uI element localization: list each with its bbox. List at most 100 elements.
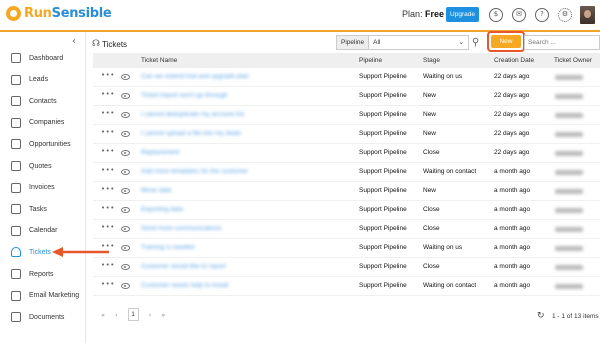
view-eye-icon[interactable] <box>121 93 130 99</box>
row-actions-icon[interactable]: ••• <box>101 242 115 250</box>
sidebar-item-companies[interactable]: Companies <box>0 114 86 132</box>
table-row[interactable]: ••• Training is needed Support Pipeline Wai… <box>93 239 600 258</box>
row-actions-icon[interactable]: ••• <box>101 261 115 269</box>
column-pipeline[interactable]: Pipeline <box>359 57 382 64</box>
ticket-name-link[interactable]: Can we extend trial and upgrade plan <box>141 73 249 80</box>
current-page[interactable]: 1 <box>127 308 139 321</box>
creation-date-cell: a month ago <box>494 263 531 270</box>
sidebar-item-contacts[interactable]: Contacts <box>0 92 86 110</box>
stage-cell: New <box>423 187 437 194</box>
ticket-name-link[interactable]: Ticket import won't go through <box>141 92 228 99</box>
help-icon[interactable]: ? <box>535 8 549 22</box>
table-row[interactable]: ••• Replacement Support Pipeline Close 22 da… <box>93 144 600 163</box>
row-actions-icon[interactable]: ••• <box>101 147 115 155</box>
row-actions-icon[interactable]: ••• <box>101 128 115 136</box>
dollar-icon[interactable]: $ <box>489 8 503 22</box>
last-page-button[interactable]: » <box>161 311 165 319</box>
table-row[interactable]: ••• Customer would like to report Support … <box>93 258 600 277</box>
sidebar-item-calendar[interactable]: Calendar <box>0 222 86 240</box>
ticket-name-link[interactable]: Add more templates for the customer <box>141 168 248 175</box>
column-stage[interactable]: Stage <box>423 57 440 64</box>
view-eye-icon[interactable] <box>121 283 130 289</box>
ticket-name-link[interactable]: I cannot upload a file into my deals <box>141 130 241 137</box>
creation-date-cell: 22 days ago <box>494 149 530 156</box>
table-row[interactable]: ••• I cannot deduplicate my account list S… <box>93 106 600 125</box>
pipeline-cell: Support Pipeline <box>359 130 407 137</box>
table-row[interactable]: ••• Ticket import won't go through Support… <box>93 87 600 106</box>
tasks-icon <box>11 204 21 215</box>
view-eye-icon[interactable] <box>121 131 130 137</box>
search-input[interactable] <box>524 35 600 50</box>
gear-icon[interactable]: ⚙ <box>558 8 572 22</box>
view-eye-icon[interactable] <box>121 207 130 213</box>
next-page-button[interactable]: › <box>149 311 152 319</box>
creation-date-cell: a month ago <box>494 206 531 213</box>
collapse-sidebar-icon[interactable]: ‹ <box>72 36 76 47</box>
row-actions-icon[interactable]: ••• <box>101 90 115 98</box>
table-row[interactable]: ••• Send more communications Support Pipel… <box>93 220 600 239</box>
row-actions-icon[interactable]: ••• <box>101 166 115 174</box>
row-actions-icon[interactable]: ••• <box>101 204 115 212</box>
ticket-icon[interactable]: ✉ <box>512 8 526 22</box>
column-ticket-name[interactable]: Ticket Name <box>141 57 177 64</box>
ticket-name-link[interactable]: Training is needed <box>141 244 194 251</box>
view-eye-icon[interactable] <box>121 188 130 194</box>
new-ticket-button[interactable]: New <box>491 35 521 48</box>
sidebar-item-email-marketing[interactable]: Email Marketing <box>0 287 86 305</box>
table-row[interactable]: ••• Add more templates for the customer Su… <box>93 163 600 182</box>
sidebar-item-quotes[interactable]: Quotes <box>0 157 86 175</box>
row-actions-icon[interactable]: ••• <box>101 71 115 79</box>
first-page-button[interactable]: « <box>101 311 105 319</box>
view-eye-icon[interactable] <box>121 226 130 232</box>
chevron-down-icon: ⌄ <box>458 38 465 46</box>
sidebar-item-invoices[interactable]: Invoices <box>0 179 86 197</box>
sidebar-item-opportunities[interactable]: Opportunities <box>0 135 86 153</box>
view-eye-icon[interactable] <box>121 74 130 80</box>
pipeline-select[interactable]: All ⌄ <box>369 35 470 50</box>
table-row[interactable]: ••• I cannot upload a file into my deals S… <box>93 125 600 144</box>
sidebar-item-documents[interactable]: Documents <box>0 308 86 326</box>
avatar[interactable] <box>580 6 595 24</box>
reports-icon <box>11 269 21 279</box>
table-row[interactable]: ••• Exporting data Support Pipeline Close a … <box>93 201 600 220</box>
view-eye-icon[interactable] <box>121 245 130 251</box>
row-actions-icon[interactable]: ••• <box>101 223 115 231</box>
column-ticket-owner[interactable]: Ticket Owner <box>554 57 592 64</box>
ticket-owner-cell <box>555 132 583 137</box>
stage-cell: Close <box>423 263 440 270</box>
pipeline-cell: Support Pipeline <box>359 187 407 194</box>
row-actions-icon[interactable]: ••• <box>101 280 115 288</box>
opportunities-icon <box>11 139 21 150</box>
table-row[interactable]: ••• Move data Support Pipeline New a month a… <box>93 182 600 201</box>
view-eye-icon[interactable] <box>121 264 130 270</box>
ticket-name-link[interactable]: Move data <box>141 187 171 194</box>
view-eye-icon[interactable] <box>121 150 130 156</box>
table-row[interactable]: ••• Can we extend trial and upgrade plan S… <box>93 68 600 87</box>
calendar-icon <box>11 225 21 236</box>
pipeline-cell: Support Pipeline <box>359 149 407 156</box>
ticket-name-link[interactable]: Customer needs help to install <box>141 282 228 289</box>
row-actions-icon[interactable]: ••• <box>101 185 115 193</box>
view-eye-icon[interactable] <box>121 112 130 118</box>
top-header: RunSensible Plan: Free Upgrade $ ✉ ? ⚙ <box>0 0 600 32</box>
prev-page-button[interactable]: ‹ <box>115 311 118 319</box>
ticket-name-link[interactable]: Replacement <box>141 149 179 156</box>
sidebar-item-reports[interactable]: Reports <box>0 265 86 283</box>
table-row[interactable]: ••• Customer needs help to install Support… <box>93 277 600 296</box>
ticket-name-link[interactable]: Send more communications <box>141 225 222 232</box>
view-eye-icon[interactable] <box>121 169 130 175</box>
ticket-name-link[interactable]: Exporting data <box>141 206 183 213</box>
filter-icon[interactable]: ⚲ <box>472 37 479 48</box>
ticket-name-link[interactable]: I cannot deduplicate my account list <box>141 111 244 118</box>
runsensible-logo[interactable]: RunSensible <box>6 6 112 21</box>
sidebar-item-label: Contacts <box>29 97 57 105</box>
upgrade-button[interactable]: Upgrade <box>446 7 479 22</box>
sidebar-item-dashboard[interactable]: Dashboard <box>0 49 86 67</box>
sidebar-item-tasks[interactable]: Tasks <box>0 200 86 218</box>
refresh-icon[interactable]: ↻ <box>537 311 545 321</box>
sidebar-item-label: Documents <box>29 313 65 321</box>
row-actions-icon[interactable]: ••• <box>101 109 115 117</box>
column-creation-date[interactable]: Creation Date <box>494 57 534 64</box>
sidebar-item-leads[interactable]: Leads <box>0 71 86 89</box>
ticket-name-link[interactable]: Customer would like to report <box>141 263 226 270</box>
